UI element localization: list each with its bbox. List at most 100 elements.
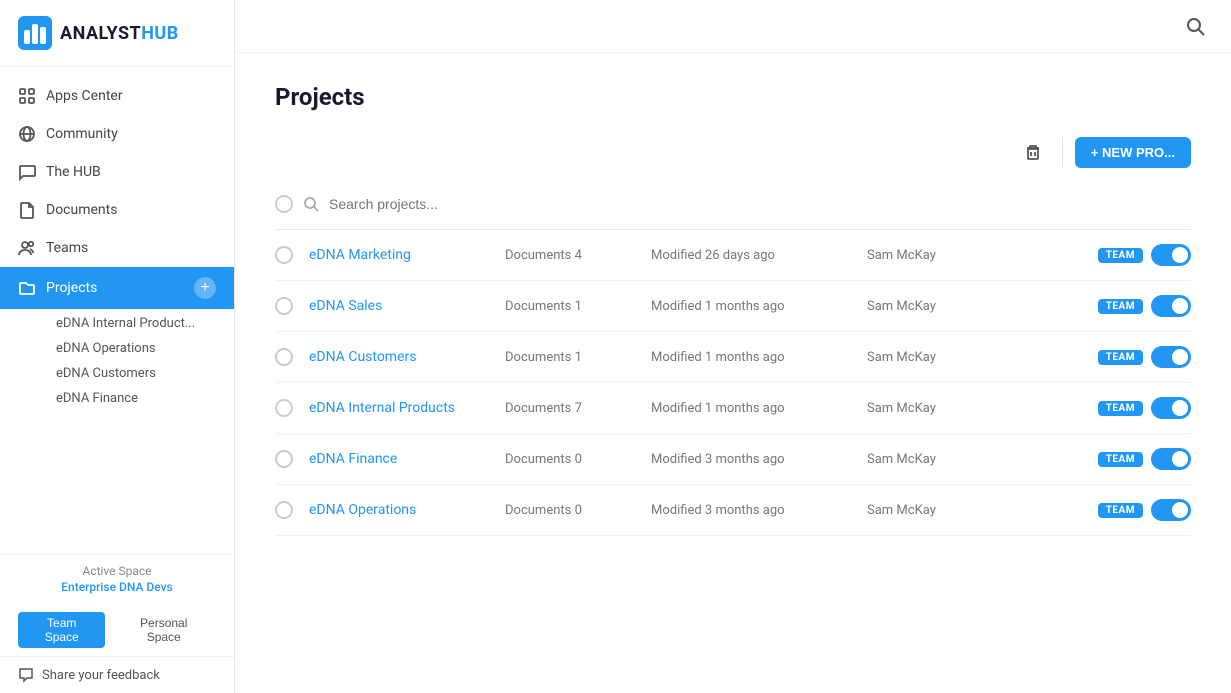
row-checkbox[interactable] <box>275 399 293 417</box>
toggle-knob <box>1172 451 1188 467</box>
project-modified: Modified 3 months ago <box>651 503 851 518</box>
toggle-switch[interactable] <box>1151 397 1191 419</box>
project-docs: Documents 1 <box>505 299 635 314</box>
toggle-switch[interactable] <box>1151 295 1191 317</box>
toolbar-divider <box>1062 138 1063 166</box>
team-badge: TEAM <box>1098 299 1143 314</box>
project-docs: Documents 4 <box>505 248 635 263</box>
project-modified: Modified 1 months ago <box>651 401 851 416</box>
globe-icon <box>18 125 36 143</box>
logo: ANALYSTHUB <box>0 0 234 67</box>
users-icon <box>18 239 36 257</box>
toggle-switch[interactable] <box>1151 448 1191 470</box>
file-icon <box>18 201 36 219</box>
active-space-name[interactable]: Enterprise DNA Devs <box>18 580 216 594</box>
personal-space-button[interactable]: Personal Space <box>111 612 216 648</box>
sidebar: ANALYSTHUB Apps Center <box>0 0 235 693</box>
project-actions: TEAM <box>1098 397 1191 419</box>
row-checkbox[interactable] <box>275 297 293 315</box>
project-name[interactable]: eDNA Internal Products <box>309 400 489 416</box>
project-name[interactable]: eDNA Sales <box>309 298 489 314</box>
sub-nav-item[interactable]: eDNA Customers <box>46 361 234 386</box>
project-actions: TEAM <box>1098 448 1191 470</box>
sidebar-item-label: Teams <box>46 240 88 256</box>
toggle-switch[interactable] <box>1151 499 1191 521</box>
sub-nav-item[interactable]: eDNA Finance <box>46 386 234 411</box>
sidebar-item-apps-center[interactable]: Apps Center <box>0 77 234 115</box>
table-row: eDNA Sales Documents 1 Modified 1 months… <box>275 281 1191 332</box>
feedback-icon <box>18 667 34 683</box>
project-modified: Modified 1 months ago <box>651 299 851 314</box>
logo-icon <box>18 16 52 50</box>
main-content: Projects + NEW PRO... <box>235 0 1231 693</box>
project-docs: Documents 0 <box>505 452 635 467</box>
project-docs: Documents 0 <box>505 503 635 518</box>
project-actions: TEAM <box>1098 346 1191 368</box>
search-input[interactable] <box>329 196 1191 212</box>
active-space-label: Active Space <box>18 564 216 578</box>
project-owner: Sam McKay <box>867 299 987 314</box>
project-docs: Documents 7 <box>505 401 635 416</box>
project-owner: Sam McKay <box>867 503 987 518</box>
projects-list: eDNA Marketing Documents 4 Modified 26 d… <box>275 230 1191 536</box>
project-modified: Modified 3 months ago <box>651 452 851 467</box>
sidebar-item-label: Documents <box>46 202 117 218</box>
sub-nav-item[interactable]: eDNA Operations <box>46 336 234 361</box>
team-space-button[interactable]: Team Space <box>18 612 105 648</box>
sidebar-nav: Apps Center Community The HUB <box>0 67 234 553</box>
toggle-switch[interactable] <box>1151 346 1191 368</box>
sidebar-item-label: Community <box>46 126 118 142</box>
table-row: eDNA Customers Documents 1 Modified 1 mo… <box>275 332 1191 383</box>
message-icon <box>18 163 36 181</box>
toggle-knob <box>1172 247 1188 263</box>
project-actions: TEAM <box>1098 499 1191 521</box>
project-name[interactable]: eDNA Operations <box>309 502 489 518</box>
sidebar-item-community[interactable]: Community <box>0 115 234 153</box>
row-checkbox[interactable] <box>275 246 293 264</box>
page-title: Projects <box>275 83 1191 111</box>
delete-button[interactable] <box>1016 135 1050 169</box>
feedback-label: Share your feedback <box>42 668 160 683</box>
sub-nav-item[interactable]: eDNA Internal Product... <box>46 311 234 336</box>
new-project-button[interactable]: + NEW PRO... <box>1075 137 1191 168</box>
top-bar <box>235 0 1231 53</box>
active-space: Active Space Enterprise DNA Devs <box>0 553 234 604</box>
search-top-icon[interactable] <box>1179 10 1211 42</box>
feedback-item[interactable]: Share your feedback <box>0 656 234 693</box>
project-actions: TEAM <box>1098 295 1191 317</box>
logo-text: ANALYSTHUB <box>60 23 179 44</box>
sidebar-item-documents[interactable]: Documents <box>0 191 234 229</box>
row-checkbox[interactable] <box>275 501 293 519</box>
sidebar-item-label: Projects <box>46 280 97 296</box>
team-badge: TEAM <box>1098 350 1143 365</box>
toggle-switch[interactable] <box>1151 244 1191 266</box>
folder-icon <box>18 279 36 297</box>
table-row: eDNA Finance Documents 0 Modified 3 mont… <box>275 434 1191 485</box>
add-project-button[interactable]: + <box>194 277 216 299</box>
space-toggle: Team Space Personal Space <box>0 604 234 656</box>
row-checkbox[interactable] <box>275 450 293 468</box>
project-owner: Sam McKay <box>867 350 987 365</box>
sidebar-item-teams[interactable]: Teams <box>0 229 234 267</box>
search-icon <box>303 196 319 212</box>
project-name[interactable]: eDNA Marketing <box>309 247 489 263</box>
sidebar-item-projects[interactable]: Projects + <box>0 267 234 309</box>
select-all-checkbox[interactable] <box>275 195 293 213</box>
search-bar <box>275 185 1191 230</box>
table-row: eDNA Operations Documents 0 Modified 3 m… <box>275 485 1191 536</box>
project-owner: Sam McKay <box>867 452 987 467</box>
toggle-knob <box>1172 400 1188 416</box>
project-name[interactable]: eDNA Finance <box>309 451 489 467</box>
toolbar: + NEW PRO... <box>275 135 1191 169</box>
team-badge: TEAM <box>1098 452 1143 467</box>
sidebar-item-the-hub[interactable]: The HUB <box>0 153 234 191</box>
projects-sub-nav: eDNA Internal Product... eDNA Operations… <box>0 309 234 413</box>
project-actions: TEAM <box>1098 244 1191 266</box>
sidebar-item-label: The HUB <box>46 164 101 180</box>
project-name[interactable]: eDNA Customers <box>309 349 489 365</box>
apps-icon <box>18 87 36 105</box>
project-owner: Sam McKay <box>867 401 987 416</box>
row-checkbox[interactable] <box>275 348 293 366</box>
toggle-knob <box>1172 298 1188 314</box>
toggle-knob <box>1172 502 1188 518</box>
